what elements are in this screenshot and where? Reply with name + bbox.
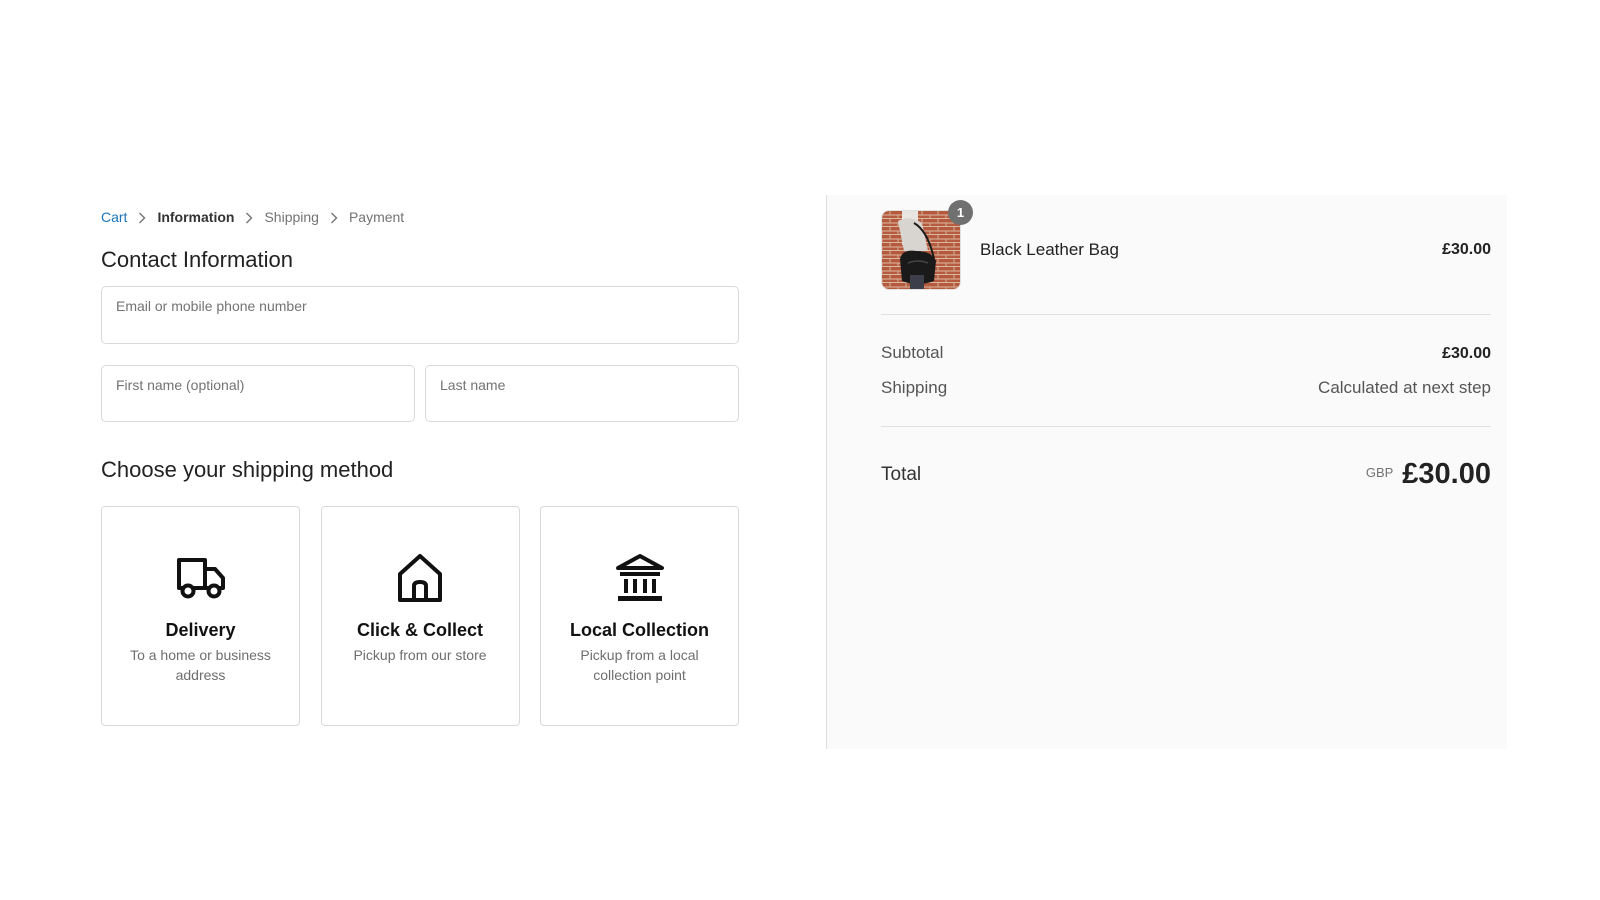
local-collection-title: Local Collection [569, 620, 710, 640]
email-field[interactable]: Email or mobile phone number [101, 286, 739, 344]
shipping-options: Delivery To a home or business address C… [101, 506, 739, 726]
breadcrumb-information: Information [157, 209, 235, 225]
breadcrumb-cart[interactable]: Cart [101, 209, 127, 225]
currency-code: GBP [1365, 465, 1394, 480]
order-summary: 1 Black Leather Bag £30.00 Subtotal £30.… [826, 195, 1507, 749]
product-thumbnail [881, 210, 961, 290]
total-row: Total GBP £30.00 [881, 458, 1491, 491]
first-name-placeholder: First name (optional) [116, 377, 245, 393]
click-collect-description: Pickup from our store [353, 647, 487, 663]
last-name-field[interactable]: Last name [425, 365, 739, 422]
last-name-placeholder: Last name [440, 377, 506, 393]
subtotal-label: Subtotal [881, 343, 944, 362]
shipping-option-local-collection[interactable]: Local Collection Pickup from a local col… [540, 506, 739, 726]
total-price: GBP £30.00 [1366, 458, 1491, 491]
summary-divider [881, 314, 1491, 315]
local-collection-description: Pickup from a local collection point [580, 647, 699, 683]
total-amount: £30.00 [1402, 458, 1491, 490]
chevron-right-icon [319, 210, 349, 225]
delivery-description: To a home or business address [130, 647, 271, 683]
shipping-option-delivery[interactable]: Delivery To a home or business address [101, 506, 300, 726]
product-price: £30.00 [1442, 241, 1491, 258]
building-icon [613, 551, 667, 605]
shipping-value: Calculated at next step [1318, 378, 1491, 397]
click-collect-title: Click & Collect [356, 620, 484, 640]
checkout-form: Cart Information Shipping Payment Contac… [101, 205, 739, 726]
subtotal-row: Subtotal £30.00 [881, 343, 1491, 363]
chevron-right-icon [127, 210, 157, 225]
shipping-label: Shipping [881, 378, 948, 397]
breadcrumb-shipping: Shipping [264, 209, 319, 225]
subtotal-value: £30.00 [1442, 345, 1491, 362]
product-name: Black Leather Bag [980, 240, 1119, 259]
breadcrumb: Cart Information Shipping Payment [101, 205, 739, 229]
home-icon [393, 551, 447, 605]
chevron-right-icon [234, 210, 264, 225]
shipping-option-click-collect[interactable]: Click & Collect Pickup from our store [320, 506, 520, 726]
cart-line-item: 1 Black Leather Bag £30.00 [881, 200, 1491, 290]
product-thumbnail-wrapper: 1 [881, 200, 973, 290]
truck-icon [174, 551, 228, 605]
first-name-field[interactable]: First name (optional) [101, 365, 415, 422]
name-row: First name (optional) Last name [101, 365, 739, 422]
shipping-method-heading: Choose your shipping method [101, 457, 394, 482]
breadcrumb-payment: Payment [348, 209, 405, 225]
delivery-title: Delivery [165, 620, 236, 640]
checkout-page: Cart Information Shipping Payment Contac… [0, 0, 1600, 900]
shipping-row: Shipping Calculated at next step [881, 378, 1491, 398]
email-placeholder: Email or mobile phone number [116, 298, 307, 314]
summary-divider [881, 426, 1491, 427]
total-label: Total [881, 463, 922, 485]
quantity-badge: 1 [948, 200, 973, 225]
contact-information-heading: Contact Information [101, 247, 293, 272]
